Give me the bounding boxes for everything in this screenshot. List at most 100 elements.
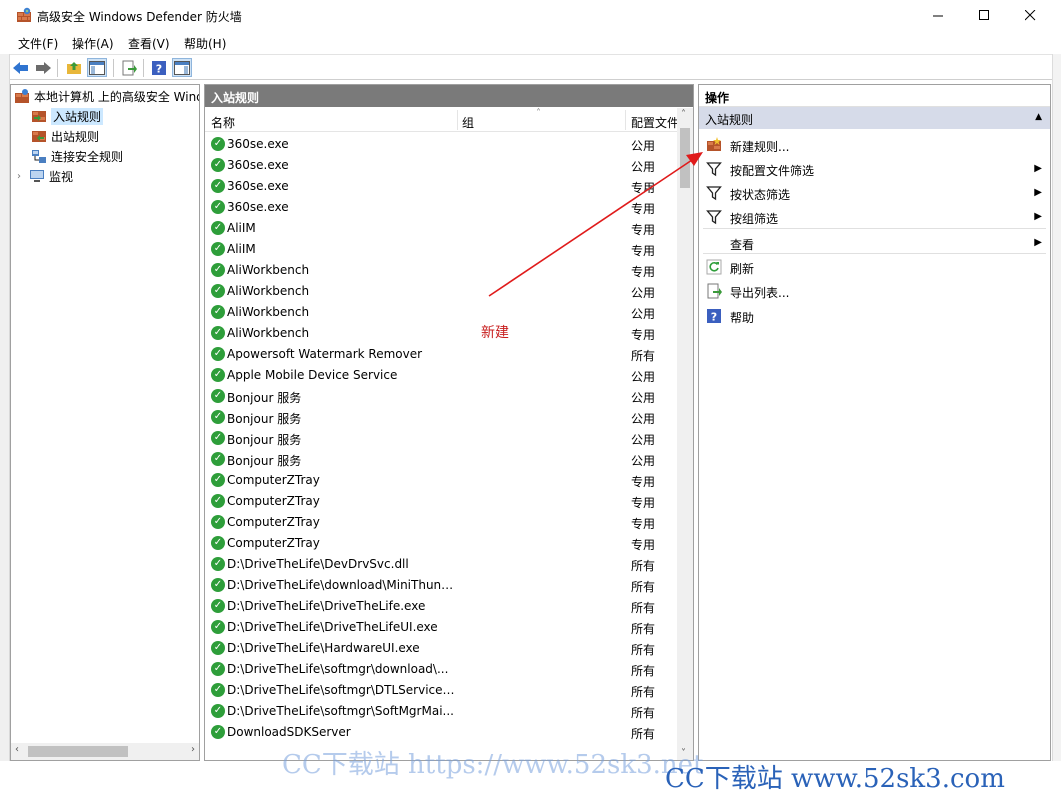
table-row[interactable]: ✓ 360se.exe 公用 [205, 134, 679, 155]
menu-view[interactable]: 查看(V) [128, 35, 170, 52]
tree-item-connection-security-rules[interactable]: 连接安全规则 [31, 146, 123, 166]
table-row[interactable]: ✓ Bonjour 服务 公用 [205, 428, 679, 449]
up-folder-button[interactable] [64, 58, 84, 77]
rule-name: D:\DriveTheLife\DriveTheLife.exe [227, 599, 426, 613]
table-row[interactable]: ✓ Bonjour 服务 公用 [205, 386, 679, 407]
collapse-up-icon[interactable]: ▲ [1035, 112, 1042, 122]
submenu-arrow-icon: ▶ [1034, 211, 1042, 222]
show-tree-button[interactable] [87, 58, 107, 77]
table-row[interactable]: ✓ D:\DriveTheLife\download\MiniThund... 所有 [205, 575, 679, 596]
filter-by-state-action[interactable]: 按状态筛选 ▶ [699, 181, 1050, 205]
action-label: 按组筛选 [730, 212, 779, 226]
help-button[interactable]: ? [149, 58, 169, 77]
rule-profile: 所有 [631, 706, 656, 720]
watermark-url: CC下载站 https://www.52sk3.net [282, 750, 704, 780]
table-row[interactable]: ✓ AliWorkbench 公用 [205, 281, 679, 302]
table-row[interactable]: ✓ AliWorkbench 专用 [205, 260, 679, 281]
table-row[interactable]: ✓ D:\DriveTheLife\softmgr\SoftMgrMai... 所有 [205, 701, 679, 722]
rule-name: D:\DriveTheLife\softmgr\SoftMgrMai... [227, 704, 454, 718]
refresh-action[interactable]: 刷新 [699, 255, 1050, 279]
table-row[interactable]: ✓ Bonjour 服务 公用 [205, 449, 679, 470]
minimize-icon [932, 15, 943, 17]
scrollbar-thumb[interactable] [28, 746, 128, 757]
rule-profile: 专用 [631, 202, 656, 216]
minimize-button[interactable] [915, 0, 961, 31]
filter-by-profile-action[interactable]: 按配置文件筛选 ▶ [699, 157, 1050, 181]
rule-name: AliIM [227, 221, 256, 235]
table-row[interactable]: ✓ AliIM 专用 [205, 239, 679, 260]
table-row[interactable]: ✓ Apple Mobile Device Service 公用 [205, 365, 679, 386]
scroll-left-icon[interactable]: ‹ [15, 744, 19, 755]
table-row[interactable]: ✓ DownloadSDKServer 所有 [205, 722, 679, 743]
table-row[interactable]: ✓ ComputerZTray 专用 [205, 491, 679, 512]
vertical-scrollbar[interactable]: ˄ ˅ [677, 108, 693, 760]
table-row[interactable]: ✓ AliWorkbench 公用 [205, 302, 679, 323]
rule-name: D:\DriveTheLife\softmgr\DTLService.e... [227, 683, 457, 697]
column-header-name[interactable]: 名称 [211, 114, 235, 131]
table-row[interactable]: ✓ ComputerZTray 专用 [205, 470, 679, 491]
export-list-action[interactable]: 导出列表... [699, 279, 1050, 303]
forward-button[interactable] [33, 58, 53, 77]
table-row[interactable]: ✓ 360se.exe 公用 [205, 155, 679, 176]
tree-item-outbound-rules[interactable]: 出站规则 [31, 126, 99, 146]
menu-file[interactable]: 文件(F) [18, 35, 58, 52]
view-action[interactable]: 查看 ▶ [699, 231, 1050, 255]
scroll-up-icon[interactable]: ˄ [681, 109, 686, 120]
rule-name: 360se.exe [227, 137, 289, 151]
table-row[interactable]: ✓ D:\DriveTheLife\DevDrvSvc.dll 所有 [205, 554, 679, 575]
back-button[interactable] [11, 58, 31, 77]
tree-item-label: 监视 [49, 169, 74, 184]
table-row[interactable]: ✓ ComputerZTray 专用 [205, 533, 679, 554]
close-button[interactable] [1007, 0, 1053, 31]
table-row[interactable]: ✓ 360se.exe 专用 [205, 176, 679, 197]
scrollbar-thumb[interactable] [680, 128, 690, 188]
menu-help[interactable]: 帮助(H) [184, 35, 226, 52]
table-row[interactable]: ✓ D:\DriveTheLife\softmgr\DTLService.e...… [205, 680, 679, 701]
monitoring-icon [30, 170, 44, 182]
rule-enabled-icon: ✓ [211, 620, 225, 634]
rule-name: AliWorkbench [227, 284, 310, 298]
table-row[interactable]: ✓ 360se.exe 专用 [205, 197, 679, 218]
show-action-pane-button[interactable] [172, 58, 192, 77]
rule-name: AliWorkbench [227, 263, 310, 277]
column-header-group[interactable]: 组 [462, 114, 474, 131]
table-row[interactable]: ✓ D:\DriveTheLife\DriveTheLife.exe 所有 [205, 596, 679, 617]
chevron-right-icon[interactable]: › [17, 171, 29, 182]
rule-enabled-icon: ✓ [211, 515, 225, 529]
rule-enabled-icon: ✓ [211, 284, 225, 298]
table-row[interactable]: ✓ AliIM 专用 [205, 218, 679, 239]
table-row[interactable]: ✓ D:\DriveTheLife\HardwareUI.exe 所有 [205, 638, 679, 659]
rule-enabled-icon: ✓ [211, 368, 225, 382]
actions-section-header[interactable]: 入站规则 ▲ [699, 107, 1050, 129]
rule-enabled-icon: ✓ [211, 200, 225, 214]
column-header-profile[interactable]: 配置文件 [631, 114, 679, 131]
export-list-button[interactable] [119, 58, 139, 77]
table-row[interactable]: ✓ D:\DriveTheLife\softmgr\download\... 所有 [205, 659, 679, 680]
background-window-edge [1052, 54, 1061, 791]
maximize-button[interactable] [961, 0, 1007, 31]
rule-enabled-icon: ✓ [211, 704, 225, 718]
table-row[interactable]: ✓ ComputerZTray 专用 [205, 512, 679, 533]
rule-enabled-icon: ✓ [211, 221, 225, 235]
table-row[interactable]: ✓ AliWorkbench 专用 [205, 323, 679, 344]
horizontal-scrollbar[interactable]: ‹ › [11, 743, 199, 760]
export-icon [706, 283, 722, 299]
rule-enabled-icon: ✓ [211, 557, 225, 571]
scroll-right-icon[interactable]: › [191, 744, 195, 755]
watermark-site: CC下载站 www.52sk3.com [665, 764, 1005, 791]
tree-item-monitoring[interactable]: › 监视 [17, 166, 73, 186]
filter-by-group-action[interactable]: 按组筛选 ▶ [699, 205, 1050, 229]
new-rule-action[interactable]: 新建规则... [699, 133, 1050, 157]
rule-profile: 公用 [631, 139, 656, 153]
tree-item-inbound-rules[interactable]: 入站规则 [31, 106, 104, 126]
tree-root[interactable]: 本地计算机 上的高级安全 Windows Defender 防火墙 [14, 86, 199, 106]
help-action[interactable]: ? 帮助 [699, 304, 1050, 328]
table-row[interactable]: ✓ Apowersoft Watermark Remover 所有 [205, 344, 679, 365]
rule-enabled-icon: ✓ [211, 683, 225, 697]
rule-name: Bonjour 服务 [227, 391, 302, 405]
close-icon [1024, 10, 1035, 21]
export-icon [122, 60, 137, 75]
table-row[interactable]: ✓ D:\DriveTheLife\DriveTheLifeUI.exe 所有 [205, 617, 679, 638]
menu-action[interactable]: 操作(A) [72, 35, 114, 52]
table-row[interactable]: ✓ Bonjour 服务 公用 [205, 407, 679, 428]
